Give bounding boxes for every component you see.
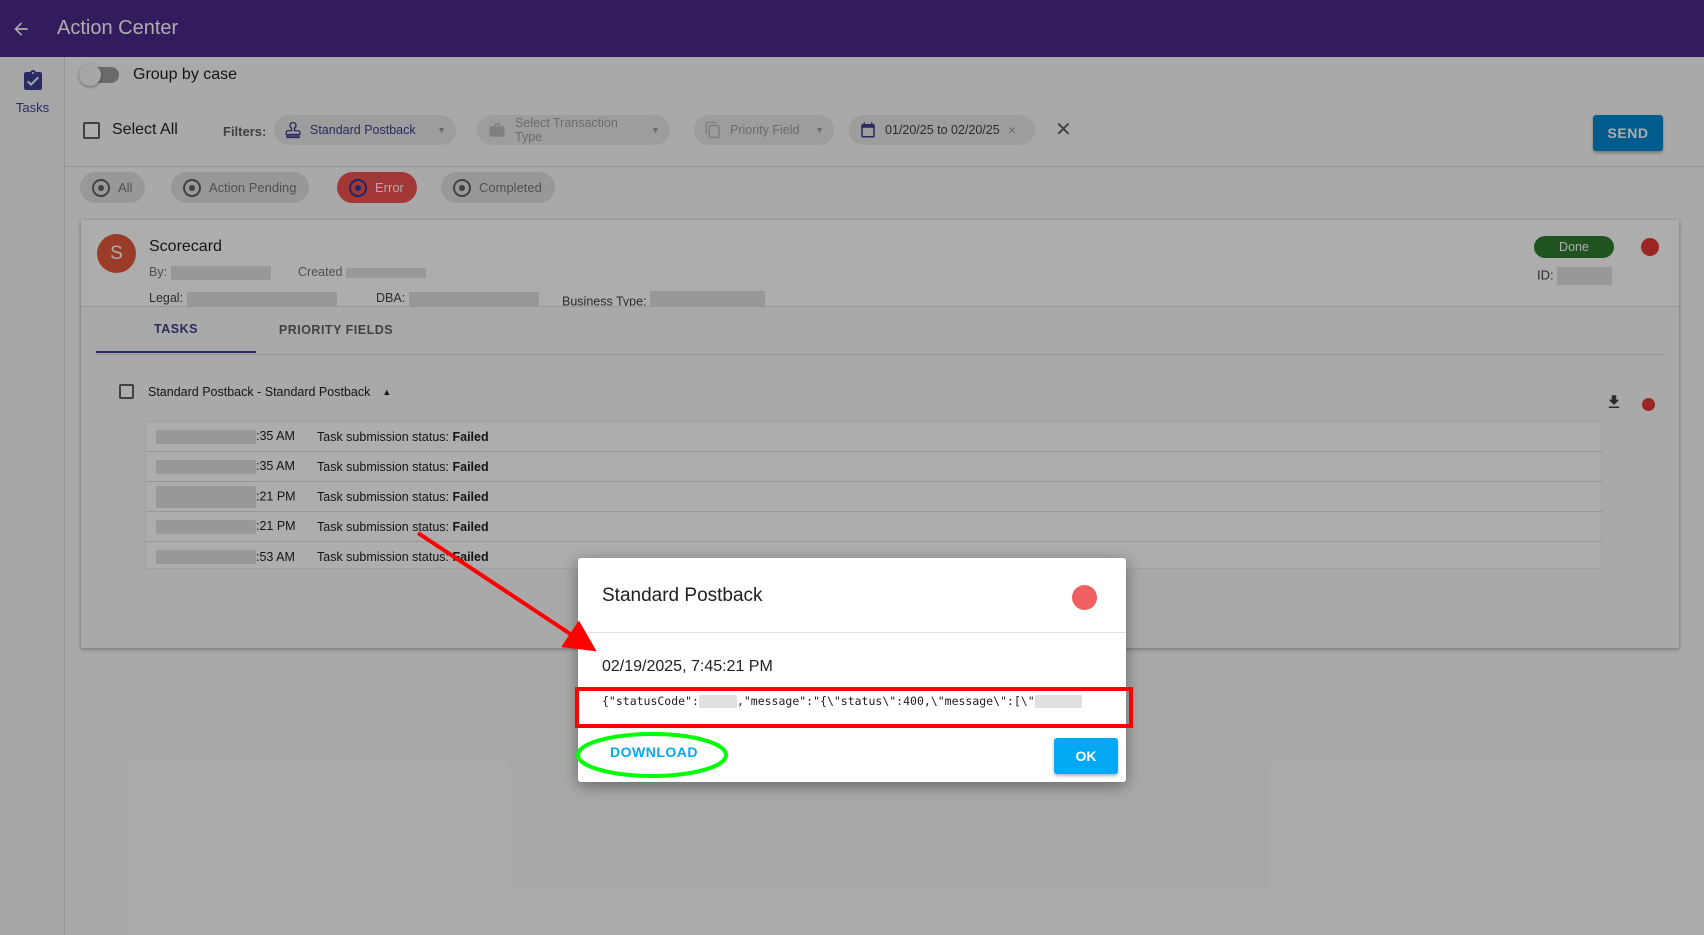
download-button[interactable]: DOWNLOAD xyxy=(610,744,698,760)
close-icon[interactable] xyxy=(1072,585,1097,610)
dialog-timestamp: 02/19/2025, 7:45:21 PM xyxy=(602,658,773,675)
modal-backdrop[interactable] xyxy=(0,0,1704,935)
ok-button[interactable]: OK xyxy=(1054,738,1118,774)
postback-detail-dialog: Standard Postback 02/19/2025, 7:45:21 PM… xyxy=(578,558,1126,782)
dialog-response-json: {"statusCode": ,"message":"{\"status\":40… xyxy=(602,694,1082,708)
dialog-title: Standard Postback xyxy=(602,585,763,606)
